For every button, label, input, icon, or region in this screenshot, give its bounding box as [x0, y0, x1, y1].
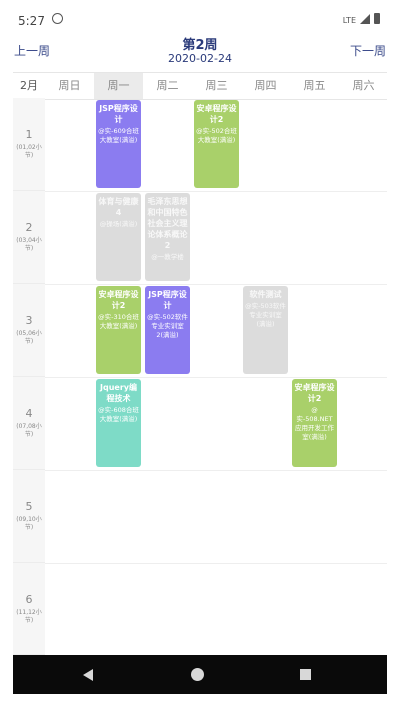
- day-header-row: 2月 周日 周一 周二 周三 周四 周五 周六: [13, 72, 387, 100]
- back-icon[interactable]: [83, 669, 93, 681]
- slot-label: 5 (09,10小节): [13, 470, 45, 563]
- slot-number: 1: [25, 128, 33, 141]
- course-room: @实-609合班大教室(满溢): [98, 127, 139, 144]
- week-header: 上一周 第2周 2020-02-24 下一周: [0, 30, 400, 70]
- timetable-grid: 1 (01,02小节) 2 (03,04小节) 3 (05,06小节) 4 (0…: [13, 98, 387, 655]
- battery-icon: [374, 13, 380, 24]
- course-name: Jquery编程技术: [100, 383, 137, 403]
- slot-number: 4: [25, 407, 33, 420]
- course-name: 毛泽东思想和中国特色社会主义理论体系概论2: [147, 197, 188, 250]
- row-divider: [45, 377, 387, 378]
- row-divider: [45, 563, 387, 564]
- slot-range: (07,08小节): [16, 423, 42, 438]
- course-name: JSP程序设计: [99, 104, 138, 124]
- home-icon[interactable]: [191, 668, 204, 681]
- day-header-wed[interactable]: 周三: [192, 73, 241, 99]
- day-header-thu[interactable]: 周四: [241, 73, 290, 99]
- network-type: LTE: [342, 16, 356, 25]
- row-divider: [45, 191, 387, 192]
- week-date: 2020-02-24: [168, 52, 232, 65]
- course-card[interactable]: Jquery编程技术 @实-608合班大教室(满溢): [96, 379, 141, 467]
- course-card[interactable]: 安卓程序设计2 @实-508.NET应用开发工作室(满溢): [292, 379, 337, 467]
- course-card[interactable]: 体育与健康4 @操场(满溢): [96, 193, 141, 281]
- course-room: @操场(满溢): [99, 220, 138, 228]
- slot-label: 2 (03,04小节): [13, 191, 45, 284]
- recent-apps-icon[interactable]: [300, 669, 311, 680]
- slot-range: (09,10小节): [16, 516, 42, 531]
- month-label: 2月: [20, 79, 38, 92]
- course-name: 安卓程序设计2: [98, 290, 139, 310]
- status-time: 5:27: [18, 14, 45, 28]
- slot-range: (05,06小节): [16, 330, 42, 345]
- course-name: 安卓程序设计2: [294, 383, 335, 403]
- course-name: 安卓程序设计2: [196, 104, 237, 124]
- row-divider: [45, 284, 387, 285]
- course-card[interactable]: 毛泽东思想和中国特色社会主义理论体系概论2 @一教学楼: [145, 193, 190, 281]
- slot-label: 4 (07,08小节): [13, 377, 45, 470]
- sync-icon: [52, 13, 63, 24]
- day-header-sun[interactable]: 周日: [45, 73, 94, 99]
- slot-number: 3: [25, 314, 33, 327]
- course-room: @实-310合班大教室(满溢): [98, 313, 139, 330]
- course-room: @实-502软件专业实训室2(满溢): [147, 313, 188, 339]
- course-card[interactable]: 安卓程序设计2 @实-502合班大教室(满溢): [194, 100, 239, 188]
- slot-range: (11,12小节): [16, 609, 42, 624]
- course-card[interactable]: JSP程序设计 @实-609合班大教室(满溢): [96, 100, 141, 188]
- course-name: 软件测试: [249, 290, 282, 299]
- slot-label: 6 (11,12小节): [13, 563, 45, 655]
- slot-range: (03,04小节): [16, 237, 42, 252]
- course-name: 体育与健康4: [98, 197, 139, 217]
- course-room: @实-502合班大教室(满溢): [196, 127, 237, 144]
- course-room: @实-608合班大教室(满溢): [98, 406, 139, 423]
- system-nav-bar: [13, 655, 387, 694]
- slot-label: 3 (05,06小节): [13, 284, 45, 377]
- day-header-fri[interactable]: 周五: [290, 73, 339, 99]
- course-card[interactable]: JSP程序设计 @实-502软件专业实训室2(满溢): [145, 286, 190, 374]
- course-card[interactable]: 安卓程序设计2 @实-310合班大教室(满溢): [96, 286, 141, 374]
- slot-number: 2: [25, 221, 33, 234]
- course-card[interactable]: 软件测试 @实-503软件专业实训室(满溢): [243, 286, 288, 374]
- week-title: 第2周: [182, 38, 218, 53]
- slot-number: 5: [25, 500, 33, 513]
- slot-label: 1 (01,02小节): [13, 98, 45, 191]
- day-header-tue[interactable]: 周二: [143, 73, 192, 99]
- course-room: @一教学楼: [151, 253, 184, 261]
- slot-number: 6: [25, 593, 33, 606]
- day-header-mon[interactable]: 周一: [94, 73, 143, 99]
- row-divider: [45, 470, 387, 471]
- course-room: @实-508.NET应用开发工作室(满溢): [295, 406, 334, 441]
- day-header-sat[interactable]: 周六: [339, 73, 388, 99]
- slot-range: (01,02小节): [16, 144, 42, 159]
- course-room: @实-503软件专业实训室(满溢): [245, 302, 286, 328]
- signal-icon: [360, 14, 370, 24]
- next-week-button[interactable]: 下一周: [350, 42, 386, 59]
- course-name: JSP程序设计: [148, 290, 187, 310]
